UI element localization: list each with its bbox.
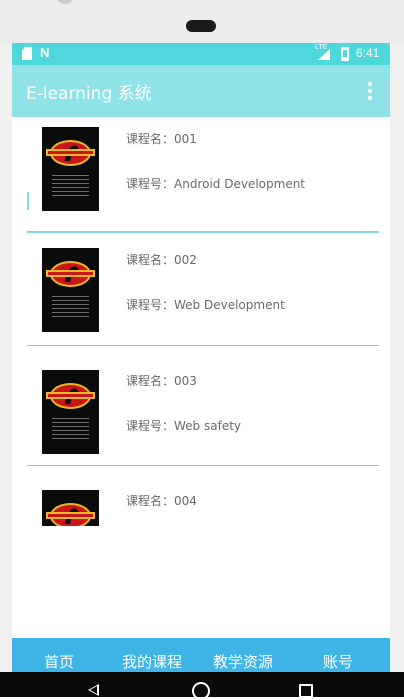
device-button — [56, 0, 74, 4]
course-name: 课程名：002 — [126, 251, 197, 268]
list-item[interactable]: 课程名：002 课程号：Web Development — [27, 226, 379, 346]
course-id-label: 课程号： — [126, 419, 175, 433]
text-cursor — [27, 192, 29, 210]
recent-apps-icon[interactable] — [299, 684, 313, 698]
status-bar: N LTE 6:41 — [12, 43, 390, 65]
course-id-value: Web Development — [174, 298, 285, 312]
nav-item-home[interactable]: 首页 — [44, 651, 74, 672]
course-name-label: 课程名： — [126, 374, 175, 388]
course-name-value: 001 — [174, 132, 197, 146]
course-id: 课程号：Web Development — [126, 296, 285, 313]
course-id: 课程号：Android Development — [126, 175, 305, 192]
app-title: E-learning 系统 — [26, 84, 152, 104]
course-list[interactable]: 课程名：001 课程号：Android Development 课程名：002 — [12, 117, 390, 638]
signal-icon — [318, 49, 330, 60]
nav-item-resources[interactable]: 教学资源 — [213, 651, 273, 672]
list-item[interactable]: 课程名：004 — [27, 466, 379, 526]
course-poster-image — [42, 370, 99, 454]
course-name: 课程名：001 — [126, 130, 197, 147]
course-name-label: 课程名： — [126, 253, 175, 267]
nfc-icon: N — [40, 45, 50, 60]
course-id-value: Android Development — [174, 177, 306, 191]
course-id-label: 课程号： — [126, 298, 175, 312]
device-speaker — [186, 20, 216, 32]
course-name-label: 课程名： — [126, 132, 175, 146]
course-name: 课程名：004 — [126, 492, 197, 509]
status-time: 6:41 — [356, 46, 380, 60]
back-icon[interactable] — [88, 684, 99, 696]
system-navigation-bar — [0, 672, 404, 700]
nav-item-my-courses[interactable]: 我的课程 — [122, 651, 182, 672]
course-name-value: 002 — [174, 253, 197, 267]
app-bar: E-learning 系统 — [12, 65, 390, 117]
course-name: 课程名：003 — [126, 372, 197, 389]
list-item[interactable]: 课程名：003 课程号：Web safety — [27, 346, 379, 466]
battery-icon — [341, 47, 349, 61]
list-item[interactable]: 课程名：001 课程号：Android Development — [27, 117, 379, 233]
course-name-value: 003 — [174, 374, 197, 388]
course-name-value: 004 — [174, 494, 197, 508]
sd-card-icon — [22, 47, 32, 60]
home-icon[interactable] — [192, 682, 210, 700]
course-poster-image — [42, 490, 99, 526]
nav-item-account[interactable]: 账号 — [323, 651, 353, 672]
course-id-label: 课程号： — [126, 177, 175, 191]
device-frame: N LTE 6:41 E-learning 系统 课程名：001 课程号：And… — [0, 0, 404, 700]
course-poster-image — [42, 248, 99, 332]
course-id: 课程号：Web safety — [126, 417, 241, 434]
course-poster-image — [42, 127, 99, 211]
course-id-value: Web safety — [174, 419, 242, 433]
phone-screen: N LTE 6:41 E-learning 系统 课程名：001 课程号：And… — [12, 43, 390, 697]
device-bezel-top — [0, 0, 404, 44]
more-vert-icon[interactable] — [360, 79, 380, 103]
course-name-label: 课程名： — [126, 494, 175, 508]
